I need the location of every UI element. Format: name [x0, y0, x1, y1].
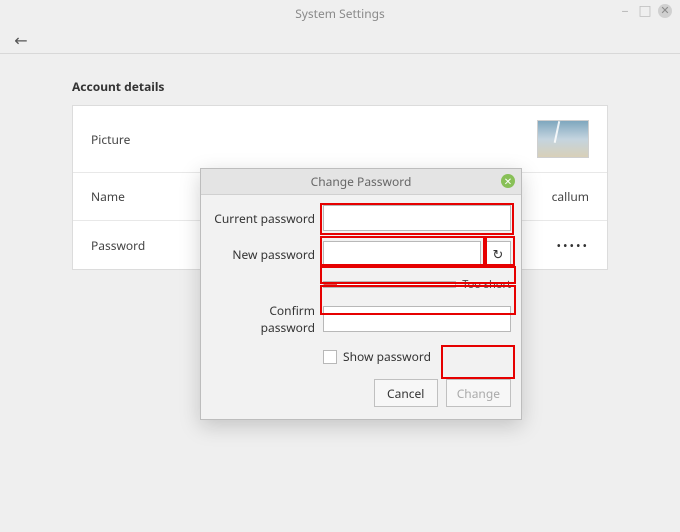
current-password-input[interactable]: [323, 205, 511, 231]
maximize-icon[interactable]: □: [638, 4, 652, 18]
password-value: •••••: [556, 237, 589, 254]
dialog-titlebar: Change Password ✕: [201, 169, 521, 195]
new-password-label: New password: [213, 246, 323, 263]
dialog-body: Current password New password ↻ Too shor…: [201, 195, 521, 379]
cancel-button[interactable]: Cancel: [374, 379, 438, 407]
dialog-title: Change Password: [311, 173, 412, 190]
confirm-password-label: Confirm password: [213, 302, 323, 336]
dialog-actions: Cancel Change: [201, 379, 521, 419]
confirm-password-input[interactable]: [323, 306, 511, 332]
refresh-icon: ↻: [493, 245, 504, 263]
change-password-dialog: Change Password ✕ Current password New p…: [200, 168, 522, 420]
show-password-checkbox[interactable]: [323, 350, 337, 364]
change-button[interactable]: Change: [446, 379, 511, 407]
password-label: Password: [91, 237, 145, 254]
minimize-icon[interactable]: –: [618, 4, 632, 18]
toolbar: ←: [0, 26, 680, 54]
picture-row[interactable]: Picture: [73, 106, 607, 173]
new-password-input[interactable]: [323, 241, 481, 267]
strength-meter: [323, 281, 456, 288]
window-title: System Settings: [295, 5, 385, 22]
name-value: callum: [552, 188, 589, 205]
generate-password-button[interactable]: ↻: [485, 241, 511, 267]
strength-text: Too short: [462, 277, 511, 292]
section-title: Account details: [72, 78, 608, 95]
avatar[interactable]: [537, 120, 589, 158]
show-password-label: Show password: [343, 348, 431, 365]
name-label: Name: [91, 188, 125, 205]
window-titlebar: System Settings – □ ✕: [0, 0, 680, 26]
back-arrow-icon[interactable]: ←: [10, 29, 32, 51]
close-icon[interactable]: ✕: [658, 4, 672, 18]
current-password-label: Current password: [213, 210, 323, 227]
window-controls: – □ ✕: [618, 4, 672, 18]
dialog-close-icon[interactable]: ✕: [501, 174, 515, 188]
password-strength: Too short: [323, 277, 511, 292]
picture-label: Picture: [91, 131, 130, 148]
